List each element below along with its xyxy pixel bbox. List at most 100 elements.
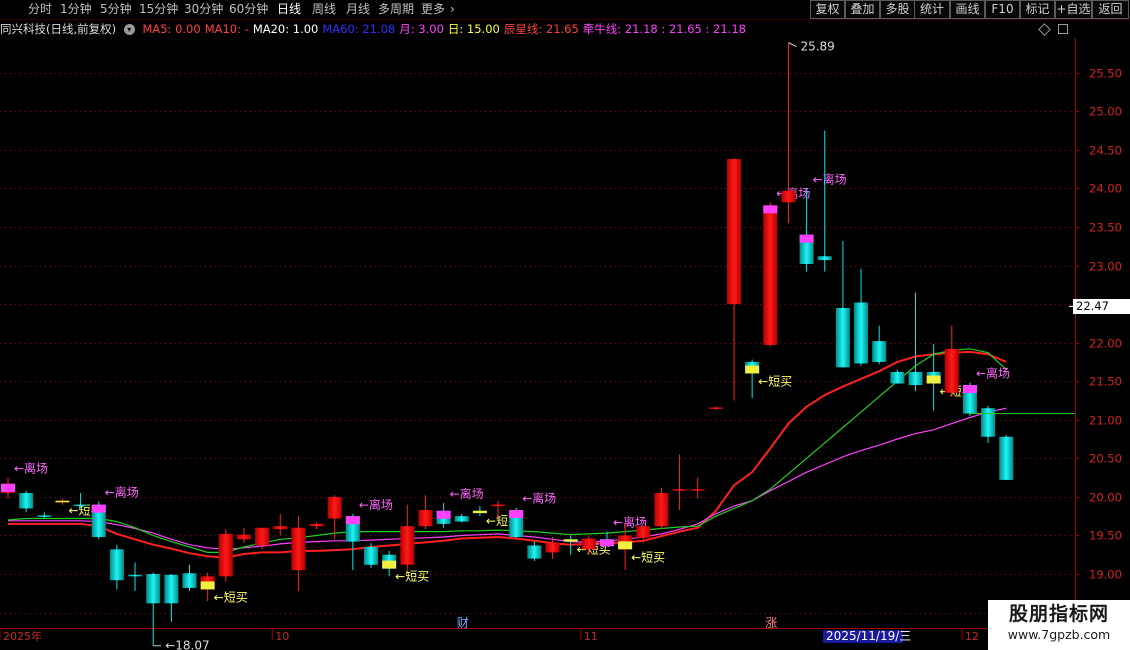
period-tab-2[interactable]: 5分钟 bbox=[100, 1, 132, 18]
current-price-tag: 22.47 bbox=[1073, 299, 1130, 315]
exit-annotation: ←离场 bbox=[813, 171, 847, 186]
buy-signal-band bbox=[55, 500, 70, 503]
y-tick-label: 22.00 bbox=[1089, 337, 1122, 351]
chevron-down-circle-icon[interactable]: ▾ bbox=[123, 24, 135, 35]
candle-body bbox=[364, 547, 378, 565]
candle-body bbox=[636, 526, 651, 538]
candle bbox=[55, 498, 70, 505]
buy-annotation: ←短买 bbox=[758, 374, 792, 388]
event-marker[interactable]: 涨 bbox=[765, 615, 777, 630]
candle-body bbox=[944, 348, 959, 393]
indicator-value-3: MA60: 21.08 bbox=[322, 22, 396, 36]
period-tab-4[interactable]: 30分钟 bbox=[184, 1, 223, 18]
buy-signal-band bbox=[926, 375, 941, 384]
candle-body bbox=[109, 549, 124, 581]
period-tab-6[interactable]: 日线 bbox=[277, 1, 301, 18]
exit-signal-band bbox=[345, 516, 360, 525]
buy-annotation: ←短买 bbox=[631, 550, 665, 564]
candle bbox=[727, 158, 741, 401]
candle bbox=[763, 202, 778, 347]
site-watermark: 股朋指标网 www.7gpzb.com bbox=[988, 600, 1130, 650]
exit-signal-band bbox=[763, 205, 778, 214]
candle-body bbox=[273, 526, 288, 530]
candle bbox=[781, 42, 796, 224]
high-price-label: 25.89 bbox=[800, 40, 834, 54]
y-tick-label: 21.00 bbox=[1089, 414, 1122, 428]
toolbar-button-5[interactable]: F10 bbox=[985, 0, 1020, 19]
period-tab-1[interactable]: 1分钟 bbox=[60, 1, 92, 18]
candle bbox=[128, 562, 143, 591]
candle-body bbox=[400, 526, 415, 565]
candle-body bbox=[581, 538, 596, 550]
square-icon[interactable] bbox=[1058, 24, 1068, 34]
toolbar-button-3[interactable]: 统计 bbox=[914, 0, 950, 19]
y-tick-label: 20.50 bbox=[1089, 452, 1122, 466]
candle bbox=[291, 516, 306, 591]
candle-body bbox=[491, 504, 506, 507]
candle-body bbox=[817, 256, 832, 261]
buy-signal-band bbox=[563, 539, 578, 542]
candle bbox=[799, 188, 814, 272]
candle-body bbox=[291, 527, 306, 571]
toolbar-button-6[interactable]: 标记 bbox=[1020, 0, 1055, 19]
exit-annotation: ←离场 bbox=[450, 486, 484, 501]
y-tick-label: 24.50 bbox=[1089, 144, 1122, 158]
toolbar-button-0[interactable]: 复权 bbox=[810, 0, 845, 19]
candle-body bbox=[763, 205, 778, 345]
period-tab-8[interactable]: 月线 bbox=[346, 1, 370, 18]
exit-signal-band bbox=[799, 234, 814, 243]
buy-signal-band bbox=[382, 560, 397, 569]
candle bbox=[382, 550, 397, 577]
candle bbox=[418, 495, 433, 530]
period-tab-9[interactable]: 多周期 bbox=[378, 1, 414, 18]
candle bbox=[273, 513, 288, 536]
toolbar-button-2[interactable]: 多股 bbox=[880, 0, 915, 19]
candle-body bbox=[182, 573, 197, 588]
y-tick-label: 24.00 bbox=[1089, 182, 1122, 196]
period-toolbar: 分时 1分钟 5分钟 15分钟 30分钟 60分钟 日线 周线 月线 多周期 更多 › 复权 叠加 多股 统计… bbox=[0, 0, 1130, 20]
indicator-info-bar: 同兴科技(日线,前复权) ▾ MA5: 0.00 MA10: - MA20: 1.0… bbox=[0, 20, 1070, 38]
indicator-value-6: 辰星线: 21.65 bbox=[503, 22, 579, 36]
period-tab-3[interactable]: 15分钟 bbox=[139, 1, 178, 18]
chevron-right-icon[interactable]: › bbox=[450, 1, 455, 18]
candle bbox=[745, 359, 760, 399]
event-marker[interactable]: 财 bbox=[457, 616, 469, 630]
y-tick-label: 23.50 bbox=[1089, 221, 1122, 235]
candle bbox=[509, 507, 524, 538]
candle bbox=[218, 529, 233, 582]
candle-body bbox=[835, 307, 850, 368]
candle-body bbox=[73, 504, 88, 507]
cursor-date-label: 2025/11/19/三 bbox=[826, 629, 911, 643]
toolbar-button-1[interactable]: 叠加 bbox=[845, 0, 880, 19]
candle bbox=[817, 130, 832, 272]
candle-body bbox=[327, 496, 342, 519]
kline-chart[interactable]: 25.5025.0024.5024.0023.5023.0022.5022.00… bbox=[0, 38, 1130, 650]
candle bbox=[146, 572, 161, 646]
y-tick-label: 25.50 bbox=[1089, 67, 1122, 81]
candle bbox=[890, 369, 905, 384]
candle-body bbox=[454, 516, 469, 522]
candle bbox=[236, 527, 251, 544]
indicator-value-4: 月: 3.00 bbox=[399, 22, 444, 36]
stock-title[interactable]: 同兴科技(日线,前复权) bbox=[0, 22, 116, 36]
period-tab-10[interactable]: 更多 bbox=[421, 1, 445, 18]
period-tab-0[interactable]: 分时 bbox=[28, 1, 52, 18]
period-tab-7[interactable]: 周线 bbox=[312, 1, 336, 18]
buy-signal-band bbox=[745, 365, 760, 374]
candle bbox=[109, 544, 124, 590]
buy-signal-band bbox=[472, 510, 487, 514]
toolbar-button-8[interactable]: 返回 bbox=[1092, 0, 1129, 19]
candle bbox=[91, 501, 106, 540]
candle bbox=[200, 572, 215, 602]
period-tab-5[interactable]: 60分钟 bbox=[229, 1, 268, 18]
candle-body bbox=[309, 523, 324, 527]
exit-annotation: ←离场 bbox=[105, 485, 139, 500]
y-tick-label: 19.50 bbox=[1089, 529, 1122, 543]
toolbar-button-7[interactable]: +自选 bbox=[1055, 0, 1092, 19]
date-label: 11 bbox=[584, 630, 598, 643]
candle bbox=[999, 435, 1014, 480]
candle bbox=[164, 574, 179, 622]
toolbar-button-4[interactable]: 画线 bbox=[950, 0, 985, 19]
candle-body bbox=[908, 371, 923, 386]
date-label: 2025年 bbox=[3, 629, 42, 643]
